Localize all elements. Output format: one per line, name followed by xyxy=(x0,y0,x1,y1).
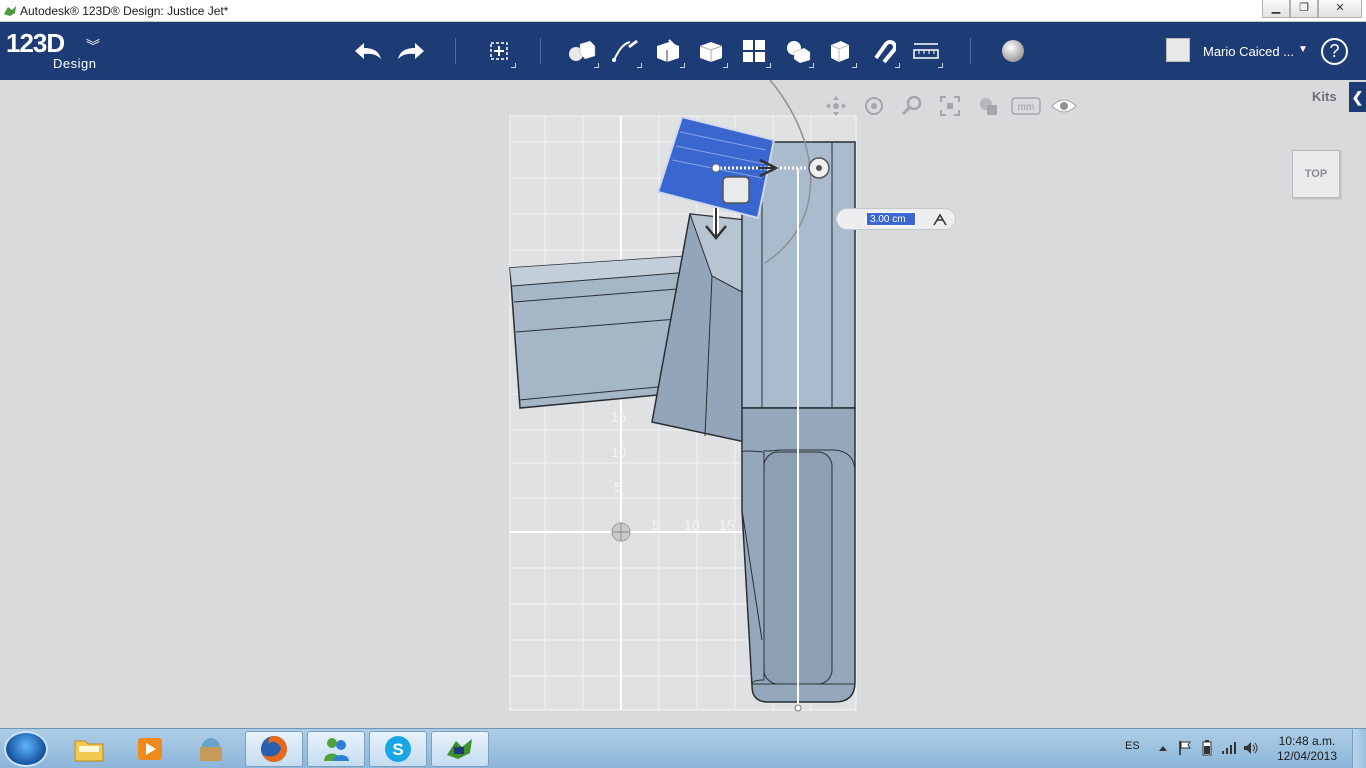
snap-button[interactable] xyxy=(864,32,902,70)
sketch-icon xyxy=(612,40,638,62)
units-label: mm xyxy=(1018,102,1035,113)
manipulator-handle[interactable] xyxy=(722,176,750,204)
start-button[interactable] xyxy=(4,731,48,767)
fit-icon[interactable] xyxy=(934,92,966,120)
skype-icon: S xyxy=(385,736,411,762)
svg-text:S: S xyxy=(392,740,403,759)
123d-design-icon xyxy=(447,739,472,759)
3d-viewport[interactable]: 15 10 5 5 10 15 mm Kits ❮ TOP xyxy=(0,80,1366,728)
firefox-icon xyxy=(261,736,287,762)
logo-sub: Design xyxy=(53,56,97,71)
primitives-icon xyxy=(569,40,596,61)
pattern-icon xyxy=(743,40,765,62)
visual-style-icon[interactable] xyxy=(972,92,1004,120)
show-desktop-button[interactable] xyxy=(1352,729,1366,768)
taskbar-messenger[interactable] xyxy=(307,731,365,767)
media-player-icon xyxy=(138,738,162,760)
messenger-icon xyxy=(324,738,349,761)
orbit-icon[interactable] xyxy=(858,92,890,120)
modify-button[interactable] xyxy=(692,32,730,70)
pattern-button[interactable] xyxy=(735,32,773,70)
app-menu-logo[interactable]: 123D ︾ Design xyxy=(6,28,100,71)
group-icon xyxy=(787,41,811,64)
user-avatar[interactable] xyxy=(1166,38,1190,62)
grid-label-y-5: 5 xyxy=(614,479,622,495)
taskbar-123d[interactable] xyxy=(431,731,489,767)
archive-icon xyxy=(200,738,222,761)
taskbar-explorer[interactable] xyxy=(60,731,118,767)
caret-down-icon[interactable]: ▼ xyxy=(1298,44,1308,55)
combine-icon xyxy=(830,41,850,62)
close-button[interactable]: ✕ xyxy=(1318,0,1362,18)
view-cube[interactable]: TOP xyxy=(1292,150,1340,198)
grid-label-y-15: 15 xyxy=(611,409,627,425)
material-icon xyxy=(1002,40,1024,62)
window-title-bar: Autodesk® 123D® Design: Justice Jet* ▁ ❐… xyxy=(0,0,1366,22)
tray-expand-icon[interactable] xyxy=(1155,739,1171,757)
app-icon xyxy=(4,6,16,16)
system-clock[interactable]: 10:48 a.m. 12/04/2013 xyxy=(1276,734,1338,764)
clock-date: 12/04/2013 xyxy=(1276,749,1338,763)
dimension-snap-icon[interactable] xyxy=(929,209,951,229)
primitives-button[interactable] xyxy=(563,32,601,70)
taskbar-media[interactable] xyxy=(121,731,179,767)
combine-button[interactable] xyxy=(821,32,859,70)
undo-button[interactable] xyxy=(349,32,387,70)
help-button[interactable]: ? xyxy=(1321,38,1348,65)
taskbar-app3[interactable] xyxy=(182,731,240,767)
visibility-icon[interactable] xyxy=(1048,92,1080,120)
taskbar-firefox[interactable] xyxy=(245,731,303,767)
taskbar: S ES 10:48 a.m. 12/04/2013 xyxy=(0,728,1366,768)
modify-icon xyxy=(699,42,723,62)
kits-panel-toggle[interactable]: ❮ xyxy=(1349,82,1366,112)
rotate-handle[interactable] xyxy=(808,157,830,179)
transform-icon xyxy=(490,42,508,60)
snap-icon xyxy=(874,40,896,64)
construct-button[interactable] xyxy=(649,32,687,70)
grid-label-x-10: 10 xyxy=(684,517,700,533)
measure-button[interactable] xyxy=(907,32,945,70)
action-center-flag-icon[interactable] xyxy=(1177,739,1193,757)
maximize-button[interactable]: ❐ xyxy=(1290,0,1318,18)
grid-label-y-10: 10 xyxy=(611,444,627,460)
window-title: Autodesk® 123D® Design: Justice Jet* xyxy=(20,4,229,18)
kits-label[interactable]: Kits xyxy=(1312,89,1337,104)
folder-icon xyxy=(74,740,104,762)
network-signal-icon[interactable] xyxy=(1221,739,1237,757)
redo-icon xyxy=(398,43,424,59)
sketch-button[interactable] xyxy=(606,32,644,70)
measure-icon xyxy=(913,43,939,59)
main-toolbar: 123D ︾ Design Mario Caiced ... ▼ ? xyxy=(0,22,1366,80)
transform-button[interactable] xyxy=(480,32,518,70)
volume-icon[interactable] xyxy=(1243,739,1259,757)
user-name[interactable]: Mario Caiced ... xyxy=(1203,44,1294,59)
language-indicator[interactable]: ES xyxy=(1125,740,1140,752)
scene-canvas[interactable]: 15 10 5 5 10 15 xyxy=(0,80,1366,728)
undo-icon xyxy=(355,43,381,59)
material-button[interactable] xyxy=(994,32,1032,70)
zoom-icon[interactable] xyxy=(896,92,928,120)
group-button[interactable] xyxy=(778,32,816,70)
minimize-button[interactable]: ▁ xyxy=(1262,0,1290,18)
grid-label-x-5: 5 xyxy=(652,517,660,533)
battery-icon[interactable] xyxy=(1199,739,1215,757)
grid-label-x-15: 15 xyxy=(719,517,735,533)
chevron-down-icon: ︾ xyxy=(86,38,100,54)
clock-time: 10:48 a.m. xyxy=(1278,734,1336,748)
dimension-input[interactable] xyxy=(866,212,916,226)
taskbar-skype[interactable]: S xyxy=(369,731,427,767)
pan-icon[interactable] xyxy=(820,92,852,120)
construct-icon xyxy=(657,39,679,62)
logo-main: 123D xyxy=(6,28,65,58)
navigation-bar: mm xyxy=(820,92,1080,120)
redo-button[interactable] xyxy=(392,32,430,70)
units-icon[interactable]: mm xyxy=(1010,92,1042,120)
